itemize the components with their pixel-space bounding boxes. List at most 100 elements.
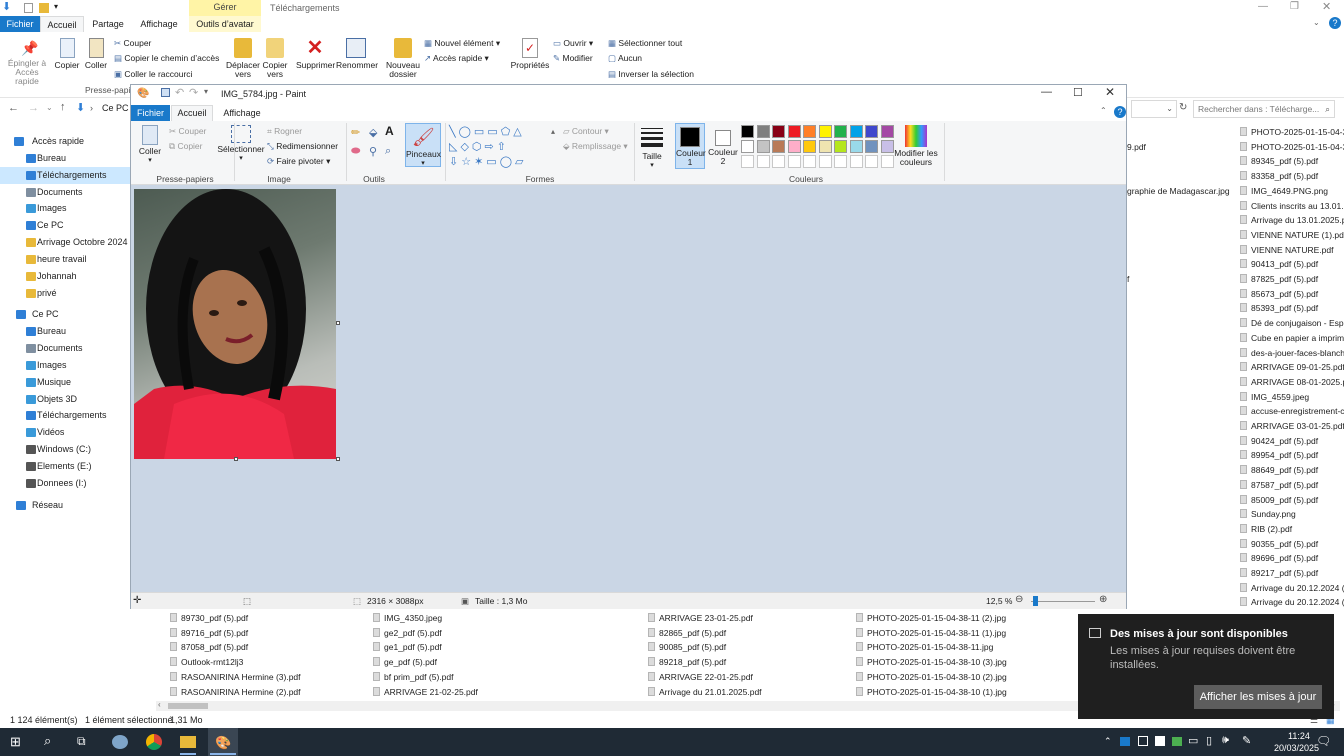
palette-color-swatch[interactable] (787, 125, 801, 138)
file-item[interactable]: ARRIVAGE 09-01-25.pdf (1240, 360, 1344, 374)
nav-item[interactable]: Donnees (I:) (0, 475, 130, 492)
file-item[interactable]: 87587_pdf (5).pdf (1240, 478, 1344, 492)
new-item-button[interactable]: ▦ Nouvel élément ▾ (424, 38, 500, 49)
file-item[interactable]: IMG_4350.jpeg (373, 611, 442, 625)
task-view-icon[interactable]: ⧉ (77, 734, 86, 749)
palette-color-swatch[interactable] (880, 155, 894, 168)
paint-tab-accueil[interactable]: Accueil (171, 105, 213, 121)
tray-icon-1[interactable] (1120, 737, 1130, 746)
address-dropdown[interactable]: ⌄ (1131, 100, 1177, 118)
text-tool-icon[interactable]: A (385, 124, 394, 138)
palette-color-swatch[interactable] (756, 125, 770, 138)
paint-resize-button[interactable]: ⤡ Redimensionner (267, 141, 338, 152)
file-item[interactable]: 89730_pdf (5).pdf (170, 611, 248, 625)
zoom-slider-thumb[interactable] (1033, 596, 1038, 606)
file-item[interactable]: Arrivage du 13.01.2025.pc (1240, 213, 1344, 227)
file-item[interactable]: accuse-enregistrement-c (1240, 404, 1344, 418)
paint-cut-button[interactable]: ✂ Couper (169, 126, 206, 137)
volume-icon[interactable]: 🕪 (1222, 734, 1229, 747)
file-item[interactable]: 89217_pdf (5).pdf (1240, 566, 1344, 580)
nav-item[interactable]: Windows (C:) (0, 441, 130, 458)
nav-item[interactable]: Documents (0, 340, 130, 357)
file-item[interactable]: 90424_pdf (5).pdf (1240, 434, 1344, 448)
palette-color-swatch[interactable] (787, 140, 801, 153)
explorer-maximize-icon[interactable]: ❐ (1290, 1, 1299, 12)
partial-file-1[interactable]: 9.pdf (1127, 142, 1146, 152)
zoom-out-icon[interactable]: ⊖ (1015, 592, 1023, 608)
palette-color-swatch[interactable] (772, 155, 785, 168)
nav-item[interactable]: Ce PC (0, 306, 130, 323)
paint-canvas-image[interactable] (134, 189, 336, 459)
file-item[interactable]: 89345_pdf (5).pdf (1240, 154, 1344, 168)
file-item[interactable]: ge1_pdf (5).pdf (373, 640, 442, 654)
invert-selection-button[interactable]: ▤ Inverser la sélection (608, 69, 694, 80)
file-item[interactable]: 85393_pdf (5).pdf (1240, 301, 1344, 315)
shapes-gallery[interactable]: ╲◯▭▭⬠△ ◺◇⬡⇨⇧ ⇩☆✶▭◯▱ (449, 125, 559, 169)
file-item[interactable]: PHOTO-2025-01-15-04-38-10 (3).jpg (856, 655, 1007, 669)
nav-item[interactable]: Bureau (0, 323, 130, 340)
recent-locations-icon[interactable]: ⌄ (46, 103, 53, 112)
save-icon[interactable] (161, 88, 170, 97)
properties-button[interactable]: ✓ Propriétés (510, 38, 550, 70)
palette-color-swatch[interactable] (803, 140, 816, 153)
paint-ribbon-collapse-icon[interactable]: ⌃ (1100, 106, 1107, 115)
nav-item[interactable]: Arrivage Octobre 2024 (0, 234, 130, 251)
file-item[interactable]: 90413_pdf (5).pdf (1240, 257, 1344, 271)
clock-date[interactable]: 20/03/2025 (1274, 743, 1319, 753)
explorer-close-icon[interactable]: ✕ (1322, 0, 1331, 13)
tray-icon-4[interactable] (1172, 737, 1182, 746)
file-item[interactable]: Arrivage du 20.12.2024 (9 (1240, 581, 1344, 595)
battery-icon[interactable]: ▯ (1206, 734, 1212, 747)
outline-button[interactable]: ▱ Contour ▾ (563, 126, 609, 137)
file-item[interactable]: Cube en papier a imprime (1240, 331, 1344, 345)
palette-color-swatch[interactable] (741, 125, 754, 138)
zoom-slider[interactable] (1031, 601, 1095, 602)
palette-color-swatch[interactable] (849, 155, 863, 168)
tray-icon-2[interactable] (1138, 736, 1148, 746)
nav-item[interactable]: Téléchargements (0, 167, 130, 184)
folder-quick-icon[interactable] (39, 3, 49, 13)
partial-file-3[interactable]: f (1127, 274, 1129, 284)
paint-tab-fichier[interactable]: Fichier (131, 105, 170, 121)
paint-select-button[interactable]: Sélectionner ▾ (217, 125, 265, 163)
file-item[interactable]: IMG_4649.PNG.png (1240, 184, 1344, 198)
file-item[interactable]: 90085_pdf (5).pdf (648, 640, 726, 654)
fill-bucket-icon[interactable]: ⬙ (369, 126, 377, 139)
partial-file-2[interactable]: graphie de Madagascar.jpg (1127, 186, 1230, 196)
nav-item[interactable]: Vidéos (0, 424, 130, 441)
resize-handle-right[interactable] (336, 321, 340, 325)
palette-color-swatch[interactable] (756, 140, 770, 153)
open-button[interactable]: ▭ Ouvrir ▾ (553, 38, 593, 49)
show-updates-button[interactable]: Afficher les mises à jour (1194, 685, 1322, 709)
paint-paste-button[interactable]: Coller ▾ (137, 125, 163, 165)
file-item[interactable]: 89696_pdf (5).pdf (1240, 551, 1344, 565)
file-item[interactable]: 89954_pdf (5).pdf (1240, 448, 1344, 462)
down-arrow-icon[interactable]: ⬇ (2, 2, 12, 13)
file-item[interactable]: PHOTO-2025-01-15-04-38- (1240, 125, 1344, 139)
nav-item[interactable]: heure travail (0, 251, 130, 268)
zoom-in-icon[interactable]: ⊕ (1099, 592, 1107, 608)
file-item[interactable]: PHOTO-2025-01-15-04-38-11.jpg (856, 640, 993, 654)
file-item[interactable]: Arrivage du 20.12.2024 (7 (1240, 595, 1344, 609)
file-item[interactable]: RASOANIRINA Hermine (2).pdf (170, 685, 301, 699)
tab-fichier[interactable]: Fichier (0, 16, 40, 32)
help-icon[interactable]: ? (1329, 17, 1341, 29)
copy-to-button[interactable]: Copier vers (260, 38, 290, 79)
nav-item[interactable]: Images (0, 200, 130, 217)
notification-center-icon[interactable]: 🗨 (1316, 734, 1331, 748)
palette-color-swatch[interactable] (880, 125, 894, 138)
file-item[interactable]: 83358_pdf (5).pdf (1240, 169, 1344, 183)
nav-item[interactable]: Objets 3D (0, 391, 130, 408)
file-item[interactable]: ge2_pdf (5).pdf (373, 626, 442, 640)
up-arrow-icon[interactable]: ↑ (60, 101, 66, 113)
show-hidden-icons[interactable]: ⌃ (1104, 736, 1112, 747)
palette-color-swatch[interactable] (803, 155, 816, 168)
nav-item[interactable]: Musique (0, 374, 130, 391)
file-item[interactable]: 85009_pdf (5).pdf (1240, 493, 1344, 507)
select-all-button[interactable]: ▦ Sélectionner tout (608, 38, 682, 49)
nav-item[interactable]: Johannah (0, 268, 130, 285)
color1-button[interactable]: Couleur 1 (675, 123, 706, 169)
palette-color-swatch[interactable] (818, 125, 832, 138)
quick-access-dropdown-icon[interactable]: ▾ (54, 2, 58, 11)
file-item[interactable]: des-a-jouer-faces-blanch (1240, 346, 1344, 360)
